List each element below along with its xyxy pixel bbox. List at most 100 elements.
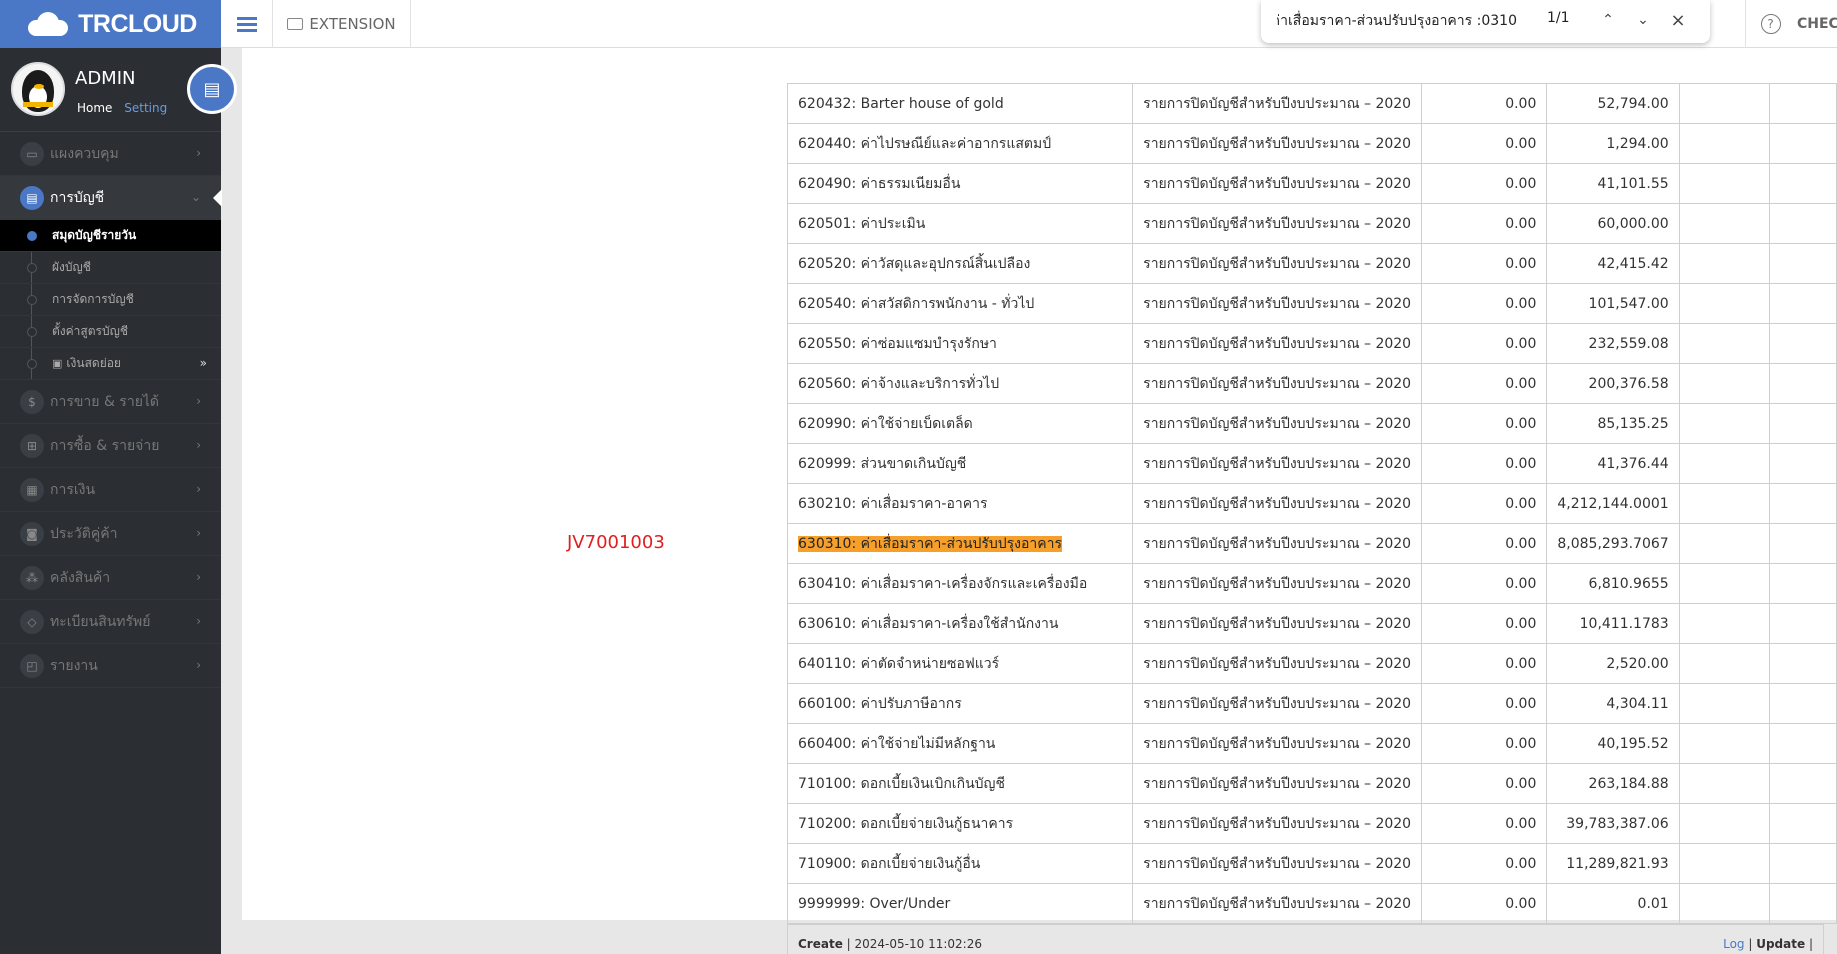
diamond-icon: ◇ bbox=[20, 609, 44, 634]
find-match-count: 1/1 bbox=[1547, 10, 1570, 26]
find-next-button[interactable]: ⌄ bbox=[1630, 7, 1656, 33]
table-row: 9999999: Over/Under รายการปิดบัญชีสำหรับป… bbox=[786, 883, 1837, 924]
credit-cell: 40,195.52 bbox=[1546, 723, 1680, 764]
debit-cell: 0.00 bbox=[1421, 563, 1548, 604]
account-cell: 710100: ดอกเบี้ยเงินเบิกเกินบัญชี bbox=[786, 763, 1134, 804]
table-row: 710100: ดอกเบี้ยเงินเบิกเกินบัญชี รายการป… bbox=[786, 763, 1837, 804]
journal-book-button[interactable]: ▤ bbox=[187, 64, 237, 114]
sidebar-item-finance[interactable]: ▦ การเงิน › bbox=[0, 468, 221, 512]
sidebar-item-inventory[interactable]: ⁂ คลังสินค้า › bbox=[0, 556, 221, 600]
debit-cell: 0.00 bbox=[1421, 603, 1548, 644]
account-cell: 640110: ค่าตัดจำหน่ายซอฟแวร์ bbox=[786, 643, 1134, 684]
credit-cell: 6,810.9655 bbox=[1546, 563, 1680, 604]
table-row: 620550: ค่าซ่อมแซมบำรุงรักษา รายการปิดบัญ… bbox=[786, 323, 1837, 364]
empty-cell bbox=[1769, 643, 1837, 684]
debit-cell: 0.00 bbox=[1421, 283, 1548, 324]
account-cell: 710900: ดอกเบี้ยจ่ายเงินกู้อื่น bbox=[786, 843, 1134, 884]
sidebar-item-purchase[interactable]: ⊞ การซื้อ & รายจ่าย › bbox=[0, 424, 221, 468]
empty-cell bbox=[1678, 443, 1771, 484]
chevron-up-icon: ⌃ bbox=[1602, 12, 1614, 28]
account-cell: 620550: ค่าซ่อมแซมบำรุงรักษา bbox=[786, 323, 1134, 364]
footer-actions: Log | Update | bbox=[1723, 937, 1813, 951]
update-link[interactable]: Update bbox=[1756, 937, 1805, 951]
table-row: 620999: ส่วนขาดเกินบัญชี รายการปิดบัญชีสำ… bbox=[786, 443, 1837, 484]
account-cell: 630210: ค่าเสื่อมราคา-อาคาร bbox=[786, 483, 1134, 524]
account-cell: 630610: ค่าเสื่อมราคา-เครื่องใช้สำนักงาน bbox=[786, 603, 1134, 644]
sidebar-subitem-daily-journal[interactable]: สมุดบัญชีรายวัน bbox=[0, 220, 221, 252]
check-button[interactable]: CHECK bbox=[1797, 16, 1837, 32]
description-cell: รายการปิดบัญชีสำหรับปีงบประมาณ – 2020 bbox=[1132, 363, 1423, 404]
user-links: Home Setting bbox=[77, 101, 167, 115]
account-cell: 710200: ดอกเบี้ยจ่ายเงินกู้ธนาคาร bbox=[786, 803, 1134, 844]
calendar-icon: ▦ bbox=[20, 477, 44, 502]
debit-cell: 0.00 bbox=[1421, 803, 1548, 844]
cart-icon: ⊞ bbox=[20, 433, 44, 458]
subitem-label: ผังบัญชี bbox=[52, 260, 91, 274]
chevron-down-icon: ⌄ bbox=[190, 190, 201, 204]
sidebar-subitem-account-formula[interactable]: ตั้งค่าสูตรบัญชี bbox=[0, 316, 221, 348]
find-close-button[interactable]: × bbox=[1665, 7, 1691, 33]
empty-cell bbox=[1678, 483, 1771, 524]
description-cell: รายการปิดบัญชีสำหรับปีงบประมาณ – 2020 bbox=[1132, 403, 1423, 444]
sidebar-item-reports[interactable]: ◰ รายงาน › bbox=[0, 644, 221, 688]
sidebar-item-customers[interactable]: ◙ ประวัติคู่ค้า › bbox=[0, 512, 221, 556]
menu-toggle-button[interactable] bbox=[221, 0, 273, 48]
empty-cell bbox=[1769, 363, 1837, 404]
sidebar-item-label: การขาย & รายได้ bbox=[50, 393, 160, 410]
help-button[interactable]: ? bbox=[1745, 0, 1795, 48]
sidebar-item-dashboard[interactable]: ▭ แผงควบคุม › bbox=[0, 132, 221, 176]
debit-cell: 0.00 bbox=[1421, 83, 1548, 124]
table-row: 620520: ค่าวัสดุและอุปกรณ์สิ้นเปลือง รายก… bbox=[786, 243, 1837, 284]
log-link[interactable]: Log bbox=[1723, 937, 1744, 951]
credit-cell: 41,376.44 bbox=[1546, 443, 1680, 484]
close-icon: × bbox=[1670, 9, 1686, 31]
description-cell: รายการปิดบัญชีสำหรับปีงบประมาณ – 2020 bbox=[1132, 443, 1423, 484]
sidebar-subitem-chart-of-accounts[interactable]: ผังบัญชี bbox=[0, 252, 221, 284]
credit-cell: 8,085,293.7067 bbox=[1546, 523, 1680, 564]
description-cell: รายการปิดบัญชีสำหรับปีงบประมาณ – 2020 bbox=[1132, 483, 1423, 524]
empty-cell bbox=[1769, 483, 1837, 524]
account-cell: 630410: ค่าเสื่อมราคา-เครื่องจักรและเครื… bbox=[786, 563, 1134, 604]
empty-cell bbox=[1769, 603, 1837, 644]
table-row: 620501: ค่าประเมิน รายการปิดบัญชีสำหรับปี… bbox=[786, 203, 1837, 244]
dollar-icon: $ bbox=[20, 389, 44, 414]
table-row: 620432: Barter house of gold รายการปิดบัญ… bbox=[786, 83, 1837, 124]
debit-cell: 0.00 bbox=[1421, 683, 1548, 724]
sidebar-item-label: การซื้อ & รายจ่าย bbox=[50, 437, 160, 454]
setting-link[interactable]: Setting bbox=[124, 101, 167, 115]
sidebar-item-assets[interactable]: ◇ ทะเบียนสินทรัพย์ › bbox=[0, 600, 221, 644]
brand-name: TRCLOUD bbox=[78, 9, 197, 38]
description-cell: รายการปิดบัญชีสำหรับปีงบประมาณ – 2020 bbox=[1132, 763, 1423, 804]
empty-cell bbox=[1678, 843, 1771, 884]
find-previous-button[interactable]: ⌃ bbox=[1595, 7, 1621, 33]
account-cell: 620490: ค่าธรรมเนียมอื่น bbox=[786, 163, 1134, 204]
credit-cell: 52,794.00 bbox=[1546, 83, 1680, 124]
empty-cell bbox=[1678, 803, 1771, 844]
account-cell: 630310: ค่าเสื่อมราคา-ส่วนปรับปรุงอาคาร bbox=[786, 523, 1134, 564]
avatar bbox=[11, 62, 65, 116]
account-cell: 620501: ค่าประเมิน bbox=[786, 203, 1134, 244]
sidebar-item-sales[interactable]: $ การขาย & รายได้ › bbox=[0, 380, 221, 424]
debit-cell: 0.00 bbox=[1421, 483, 1548, 524]
credit-cell: 85,135.25 bbox=[1546, 403, 1680, 444]
chevron-right-icon: › bbox=[196, 394, 201, 408]
debit-cell: 0.00 bbox=[1421, 123, 1548, 164]
empty-cell bbox=[1769, 883, 1837, 924]
debit-cell: 0.00 bbox=[1421, 723, 1548, 764]
empty-cell bbox=[1678, 123, 1771, 164]
home-link[interactable]: Home bbox=[77, 101, 112, 115]
sidebar-item-label: แผงควบคุม bbox=[50, 145, 119, 162]
extension-button[interactable]: EXTENSION bbox=[273, 0, 411, 48]
sidebar-item-accounting[interactable]: ▤ การบัญชี ⌄ bbox=[0, 176, 222, 220]
credit-cell: 10,411.1783 bbox=[1546, 603, 1680, 644]
debit-cell: 0.00 bbox=[1421, 363, 1548, 404]
table-row: 640110: ค่าตัดจำหน่ายซอฟแวร์ รายการปิดบัญ… bbox=[786, 643, 1837, 684]
chevron-right-icon: › bbox=[196, 614, 201, 628]
find-input[interactable]: 0310: ค่าเสื่อมราคา-ส่วนปรับปรุงอาคาร bbox=[1277, 10, 1517, 32]
sidebar-subitem-account-management[interactable]: การจัดการบัญชี bbox=[0, 284, 221, 316]
empty-cell bbox=[1769, 843, 1837, 884]
brand-logo[interactable]: TRCLOUD bbox=[0, 0, 221, 48]
sidebar-subitem-petty-cash[interactable]: ▣ เงินสดย่อย » bbox=[0, 348, 221, 380]
book-icon: ▤ bbox=[20, 185, 44, 210]
account-cell: 620990: ค่าใช้จ่ายเบ็ดเตล็ด bbox=[786, 403, 1134, 444]
